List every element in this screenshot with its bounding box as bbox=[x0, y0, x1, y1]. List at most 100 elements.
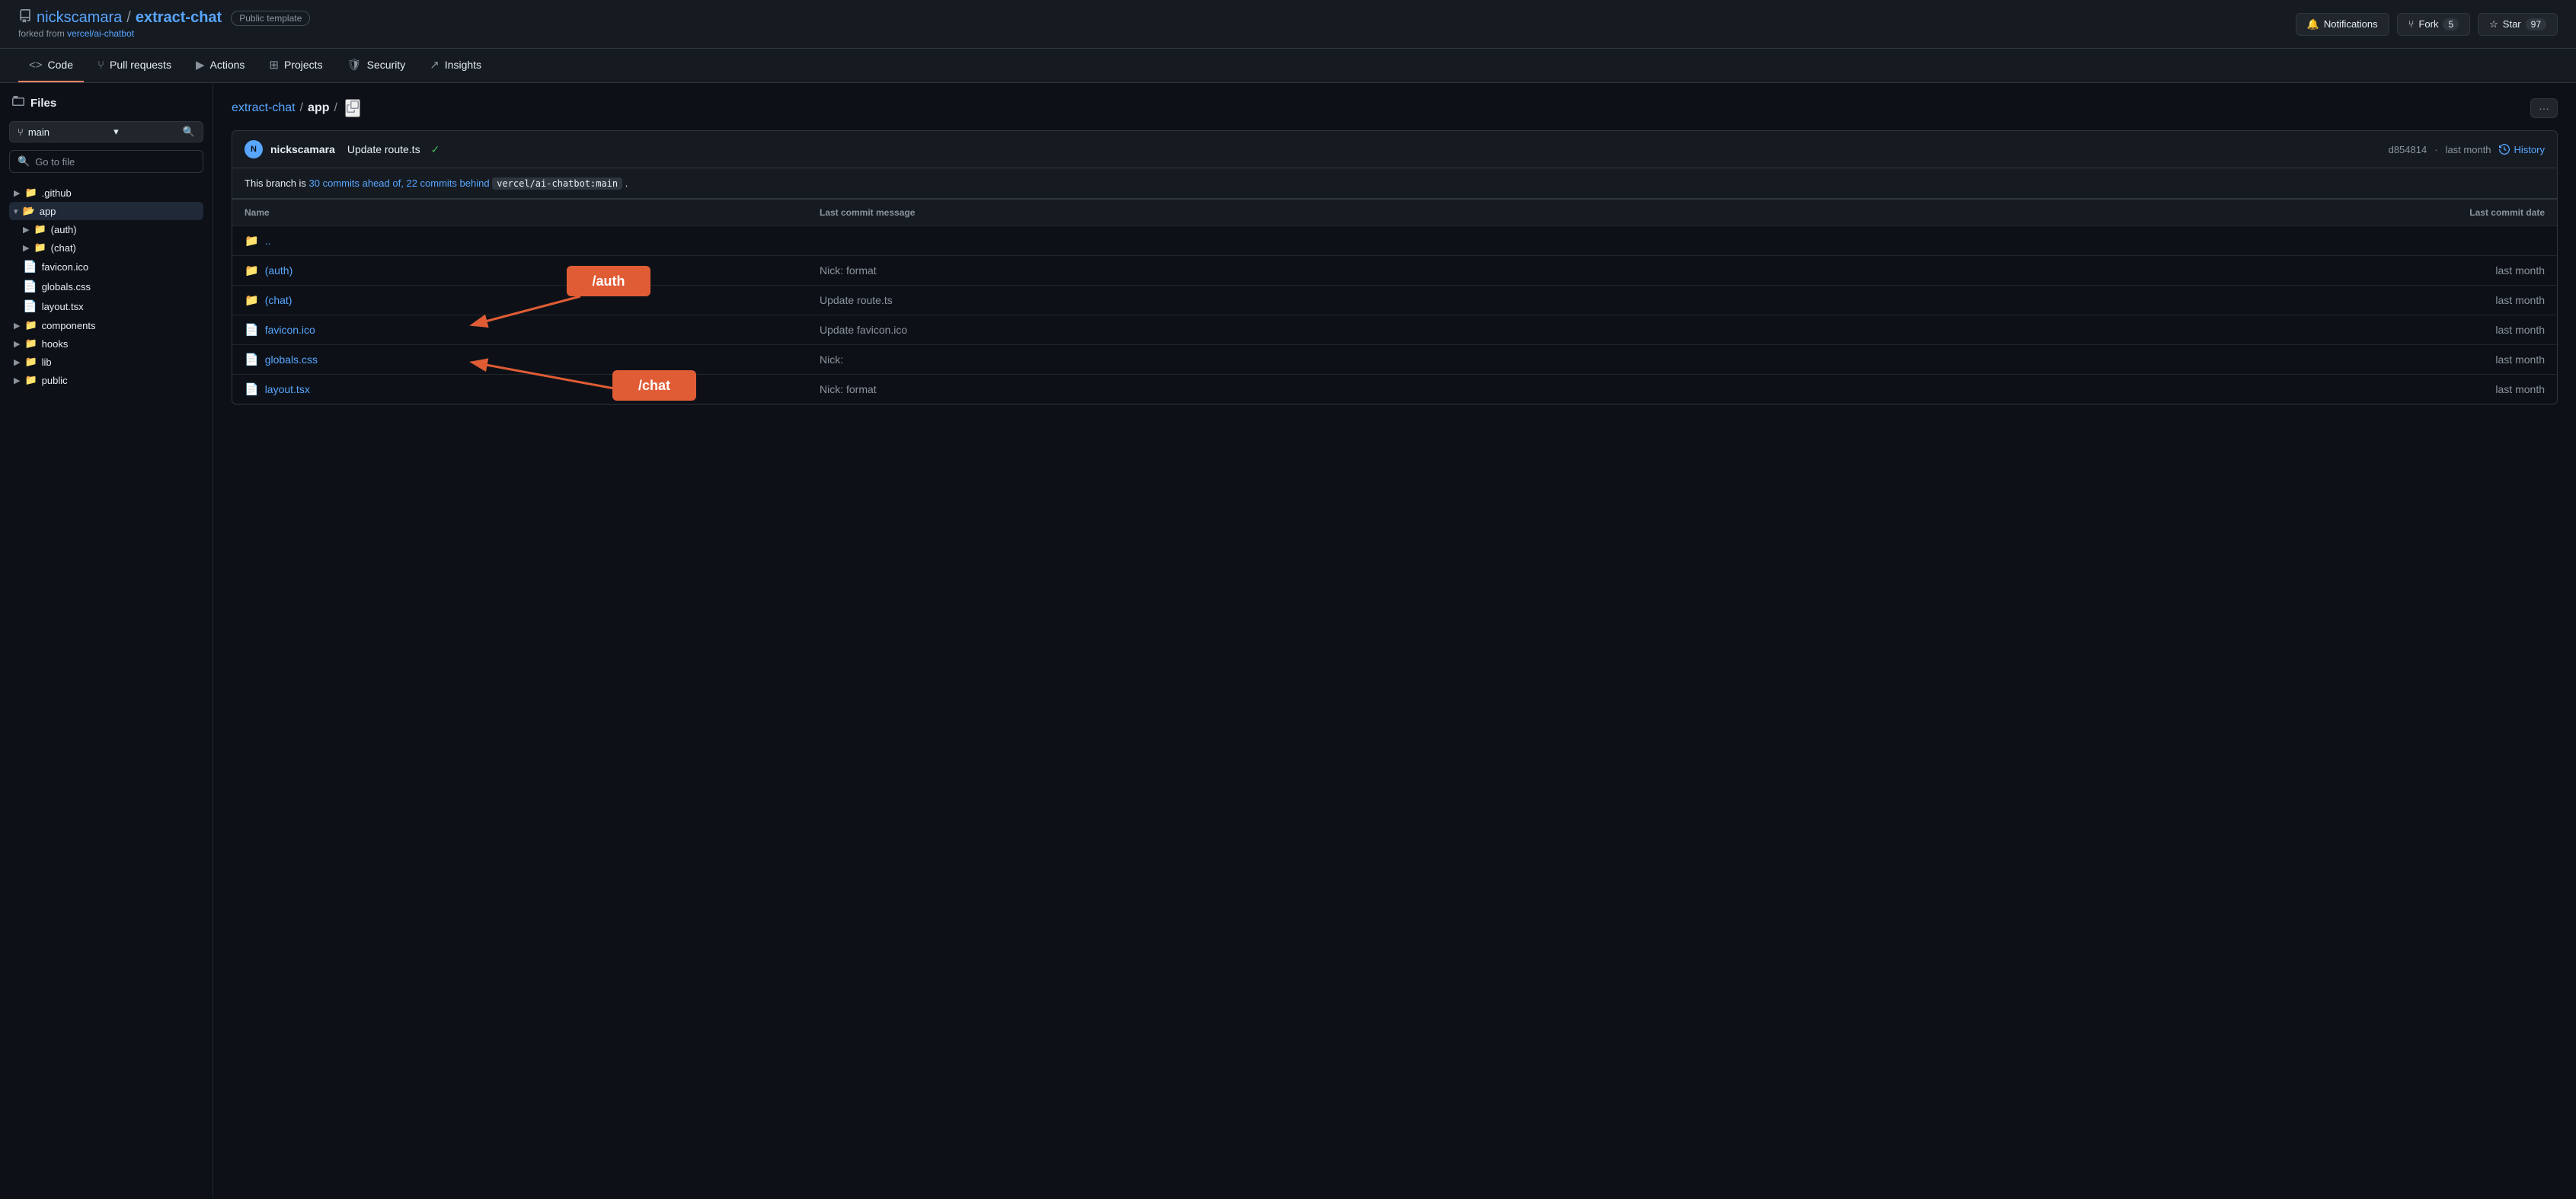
page-header: nickscamara / extract-chat Public templa… bbox=[0, 0, 2576, 49]
commit-author: nickscamara bbox=[270, 143, 335, 155]
public-template-badge: Public template bbox=[231, 11, 310, 26]
notifications-button[interactable]: 🔔 Notifications bbox=[2296, 13, 2389, 36]
tree-item-chat[interactable]: ▶ 📁 (chat) bbox=[9, 238, 203, 257]
tree-item-layout[interactable]: 📄 layout.tsx bbox=[9, 296, 203, 316]
commit-message: Update route.ts bbox=[347, 143, 420, 155]
branch-info-bar: This branch is 30 commits ahead of, 22 c… bbox=[232, 168, 2558, 199]
folder-icon: 📁 bbox=[24, 374, 37, 386]
chevron-right-icon: ▶ bbox=[14, 376, 20, 385]
folder-icon: 📁 bbox=[34, 223, 46, 235]
tree-item-github[interactable]: ▶ 📁 .github bbox=[9, 184, 203, 202]
commit-time-ago: last month bbox=[2446, 144, 2491, 155]
file-row-favicon[interactable]: 📄 favicon.ico bbox=[244, 323, 820, 337]
fork-button[interactable]: ⑂ Fork 5 bbox=[2397, 13, 2471, 36]
file-row-chat[interactable]: 📁 (chat) bbox=[244, 293, 820, 307]
tree-item-lib-label: lib bbox=[42, 357, 52, 368]
col-name: Name bbox=[244, 207, 820, 218]
go-to-file-search[interactable]: 🔍 Go to file bbox=[9, 150, 203, 173]
commit-check-icon: ✓ bbox=[431, 143, 440, 156]
tab-code-label: Code bbox=[48, 59, 73, 71]
ahead-commits-link[interactable]: 30 commits ahead of, bbox=[309, 177, 404, 189]
folder-icon: 📁 bbox=[244, 234, 259, 248]
fork-label: Fork bbox=[2418, 18, 2438, 30]
file-row-globals[interactable]: 📄 globals.css bbox=[244, 353, 820, 366]
file-row-dotdot[interactable]: 📁 .. bbox=[244, 234, 820, 248]
sidebar: Files ⑂ main ▾ 🔍 🔍 Go to file ▶ 📁 bbox=[0, 83, 213, 1198]
file-row-layout[interactable]: 📄 layout.tsx bbox=[244, 382, 820, 396]
header-right: 🔔 Notifications ⑂ Fork 5 ☆ Star 97 bbox=[2296, 13, 2558, 36]
folder-icon: 📁 bbox=[34, 241, 46, 254]
behind-commits-link[interactable]: 22 commits behind bbox=[406, 177, 489, 189]
chevron-down-icon: ▾ bbox=[14, 206, 18, 216]
tab-insights-label: Insights bbox=[445, 59, 481, 71]
file-table-wrapper: Name Last commit message Last commit dat… bbox=[232, 199, 2558, 404]
commit-meta: d854814 · last month History bbox=[2389, 144, 2545, 155]
breadcrumb-repo-link[interactable]: extract-chat bbox=[232, 101, 296, 115]
file-row-auth[interactable]: 📁 (auth) bbox=[244, 264, 820, 277]
tree-item-public[interactable]: ▶ 📁 public bbox=[9, 371, 203, 389]
tab-insights[interactable]: ↗ Insights bbox=[419, 49, 492, 82]
chevron-down-icon: ▾ bbox=[113, 126, 119, 138]
tab-security[interactable]: 🛡 Security bbox=[337, 49, 417, 82]
tree-item-components[interactable]: ▶ 📁 components bbox=[9, 316, 203, 334]
tree-item-auth-label: (auth) bbox=[51, 224, 77, 235]
tree-item-github-label: .github bbox=[42, 187, 72, 199]
tree-item-app[interactable]: ▾ 📂 app bbox=[9, 202, 203, 220]
tree-item-globals-label: globals.css bbox=[42, 281, 91, 293]
repo-title: nickscamara / extract-chat Public templa… bbox=[18, 9, 310, 27]
tab-actions[interactable]: ▶ Actions bbox=[185, 49, 255, 82]
favicon-commit-date: last month bbox=[1970, 324, 2545, 336]
search-placeholder: Go to file bbox=[35, 156, 75, 168]
search-icon-small: 🔍 bbox=[18, 155, 30, 168]
commit-bar: N nickscamara Update route.ts ✓ d854814 … bbox=[232, 130, 2558, 168]
actions-icon: ▶ bbox=[196, 58, 205, 72]
repo-owner-link[interactable]: nickscamara bbox=[37, 9, 122, 27]
branch-icon: ⑂ bbox=[18, 126, 24, 138]
history-label: History bbox=[2514, 144, 2545, 155]
tab-code[interactable]: <> Code bbox=[18, 50, 84, 82]
fork-icon: ⑂ bbox=[2408, 18, 2415, 30]
commit-time: · bbox=[2434, 144, 2437, 155]
author-avatar: N bbox=[244, 140, 263, 158]
tree-item-favicon[interactable]: 📄 favicon.ico bbox=[9, 257, 203, 277]
auth-commit-msg: Nick: format bbox=[820, 264, 1970, 277]
tab-pull-requests[interactable]: ⑂ Pull requests bbox=[87, 50, 182, 82]
insights-icon: ↗ bbox=[430, 58, 439, 72]
tree-item-lib[interactable]: ▶ 📁 lib bbox=[9, 353, 203, 371]
tab-projects[interactable]: ⊞ Projects bbox=[258, 49, 333, 82]
star-button[interactable]: ☆ Star 97 bbox=[2478, 13, 2558, 36]
col-commit-date: Last commit date bbox=[1970, 207, 2545, 218]
breadcrumb-sep: / bbox=[300, 101, 303, 115]
repo-name-link[interactable]: extract-chat bbox=[136, 9, 222, 27]
security-icon: 🛡 bbox=[347, 58, 362, 72]
tree-item-globals[interactable]: 📄 globals.css bbox=[9, 277, 203, 296]
more-options-button[interactable]: ··· bbox=[2530, 98, 2558, 118]
branch-name: main bbox=[28, 126, 50, 138]
main-layout: Files ⑂ main ▾ 🔍 🔍 Go to file ▶ 📁 bbox=[0, 83, 2576, 1198]
fork-count: 5 bbox=[2443, 18, 2459, 30]
file-table: Name Last commit message Last commit dat… bbox=[232, 199, 2558, 404]
tab-actions-label: Actions bbox=[210, 59, 245, 71]
notifications-label: Notifications bbox=[2324, 18, 2378, 30]
branch-selector[interactable]: ⑂ main ▾ 🔍 bbox=[9, 121, 203, 142]
tree-item-hooks-label: hooks bbox=[42, 338, 69, 350]
file-icon: 📄 bbox=[23, 280, 37, 293]
tree-item-auth[interactable]: ▶ 📁 (auth) bbox=[9, 220, 203, 238]
copy-path-button[interactable] bbox=[345, 99, 360, 117]
tree-item-hooks[interactable]: ▶ 📁 hooks bbox=[9, 334, 203, 353]
chevron-right-icon: ▶ bbox=[14, 339, 20, 349]
main-content: extract-chat / app / ··· N nickscamara U… bbox=[213, 83, 2576, 1198]
star-label: Star bbox=[2503, 18, 2521, 30]
tab-security-label: Security bbox=[367, 59, 406, 71]
chevron-right-icon: ▶ bbox=[14, 357, 20, 367]
branch-search-btn[interactable]: 🔍 bbox=[183, 126, 195, 138]
chat-commit-date: last month bbox=[1970, 294, 2545, 306]
tree-item-public-label: public bbox=[42, 375, 68, 386]
star-icon: ☆ bbox=[2489, 18, 2498, 30]
breadcrumb-sep2: / bbox=[334, 101, 337, 115]
forked-from-link[interactable]: vercel/ai-chatbot bbox=[67, 28, 134, 39]
bell-icon: 🔔 bbox=[2307, 18, 2319, 30]
commit-hash: d854814 bbox=[2389, 144, 2427, 155]
history-button[interactable]: History bbox=[2499, 144, 2545, 155]
chevron-right-icon: ▶ bbox=[23, 225, 29, 235]
